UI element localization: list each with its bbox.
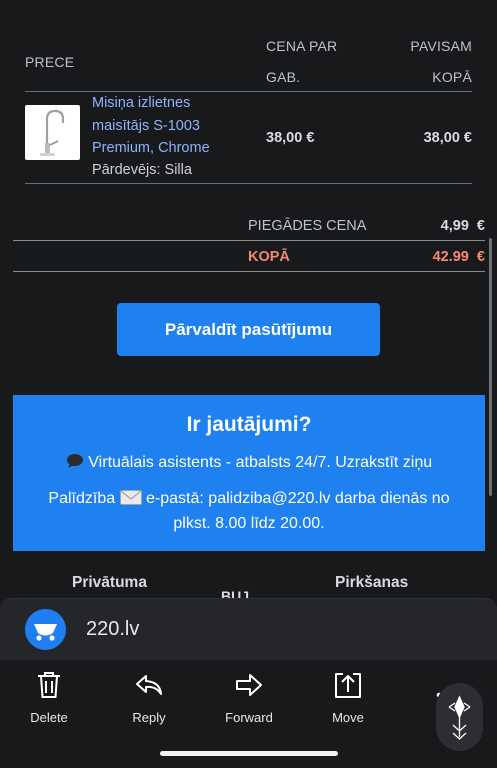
- column-header-product: PRECE: [25, 54, 75, 70]
- email-help-suffix: e-pastā: palidziba@220.lv darba dienās n…: [146, 490, 450, 532]
- envelope-icon: [119, 489, 142, 512]
- email-help-prefix: Palīdzība: [48, 490, 116, 507]
- assistant-link[interactable]: Virtuālais asistents - atbalsts 24/7. Uz…: [13, 453, 485, 474]
- assistant-text: Virtuālais asistents - atbalsts 24/7. Uz…: [88, 454, 433, 471]
- total-label: KOPĀ: [248, 249, 290, 265]
- unit-price: 38,00 €: [266, 130, 315, 146]
- move-to-folder-icon: [333, 670, 363, 700]
- reply-icon: [134, 670, 164, 700]
- sparkle-logo-icon: [448, 695, 471, 740]
- product-image[interactable]: [25, 105, 80, 160]
- move-label: Move: [332, 710, 364, 725]
- email-help-text: Palīdzība e-pastā: palidziba@220.lv darb…: [33, 487, 465, 535]
- cart-logo-icon: [25, 609, 66, 650]
- speech-bubble-icon: [66, 453, 84, 474]
- shipping-value: 4,99 €: [440, 218, 485, 234]
- delete-label: Delete: [30, 710, 68, 725]
- column-header-total: PAVISAM: [410, 38, 472, 54]
- assistive-touch-button[interactable]: [436, 683, 483, 751]
- help-panel: Ir jautājumi? Virtuālais asistents - atb…: [13, 395, 485, 551]
- scrollbar[interactable]: [489, 238, 492, 496]
- purchase-terms-link[interactable]: Pirkšanas: [335, 574, 408, 592]
- summary-divider: [13, 240, 485, 241]
- column-header-unit-price: CENA PAR: [266, 38, 338, 54]
- seller-label: Pārdevējs: Silla: [92, 162, 192, 178]
- product-name-line: Premium, Chrome: [92, 140, 210, 156]
- shipping-label: PIEGĀDES CENA: [248, 218, 367, 234]
- total-value: 42.99 €: [432, 249, 485, 265]
- help-title: Ir jautājumi?: [186, 413, 312, 436]
- product-link[interactable]: Misiņa izlietnes maisītājs S-1003 Premiu…: [92, 92, 242, 160]
- faucet-icon: [40, 109, 65, 156]
- forward-button[interactable]: Forward: [209, 670, 289, 725]
- delete-button[interactable]: Delete: [9, 670, 89, 725]
- privacy-link[interactable]: Privātuma: [72, 574, 147, 592]
- forward-label: Forward: [225, 710, 273, 725]
- column-header-unit-price-line2: GAB.: [266, 69, 301, 85]
- sender-bar[interactable]: 220.lv: [0, 598, 497, 660]
- move-button[interactable]: Move: [308, 670, 388, 725]
- email-body: PRECE CENA PAR GAB. PAVISAM KOPĀ Misiņa …: [0, 0, 497, 600]
- trash-icon: [34, 670, 64, 700]
- home-indicator[interactable]: [160, 751, 338, 756]
- table-divider: [25, 183, 472, 184]
- product-name-line: Misiņa izlietnes: [92, 95, 191, 111]
- product-name-line: maisītājs S-1003: [92, 117, 200, 134]
- column-header-total-line2: KOPĀ: [432, 69, 472, 85]
- sender-name: 220.lv: [86, 618, 140, 640]
- reply-label: Reply: [132, 710, 166, 725]
- forward-arrow-icon: [234, 670, 264, 700]
- manage-order-button[interactable]: Pārvaldīt pasūtījumu: [117, 303, 380, 356]
- summary-divider: [13, 271, 485, 272]
- line-total: 38,00 €: [423, 130, 472, 146]
- reply-button[interactable]: Reply: [109, 670, 189, 725]
